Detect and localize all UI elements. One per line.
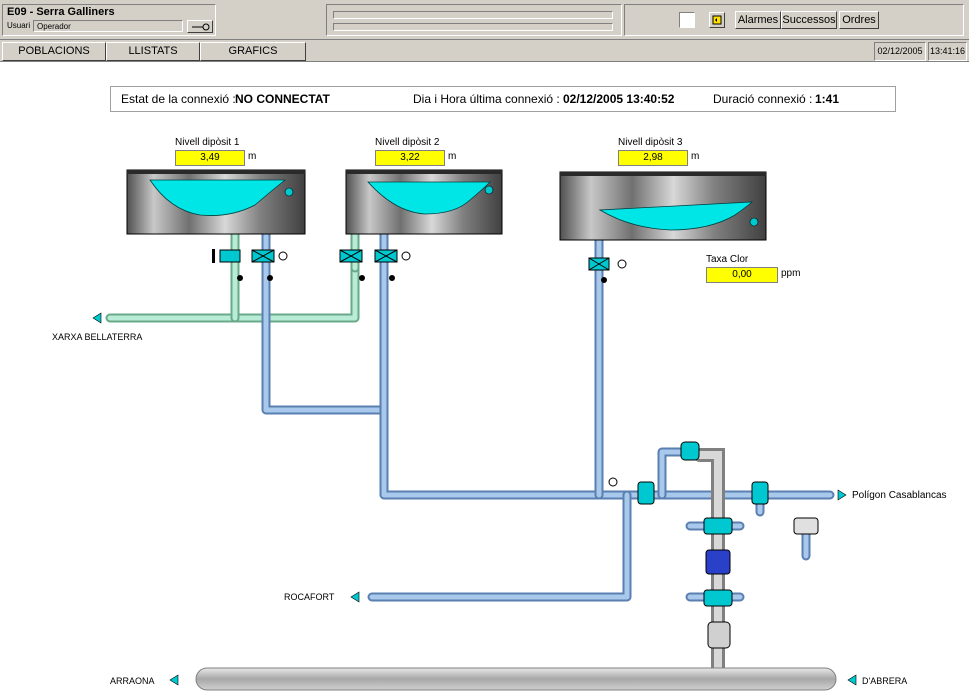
tank3-label: Nivell dipòsit 3 (618, 137, 683, 148)
user-label: Usuari (7, 21, 31, 30)
print-icon (712, 15, 722, 25)
valve-group-tank1[interactable] (212, 249, 288, 281)
dest-rocafort: ROCAFORT (284, 592, 335, 602)
station-panel: E09 - Serra Galliners Usuari Operador (2, 4, 216, 36)
tab-poblacions[interactable]: POBLACIONS (2, 42, 106, 61)
dest-dabrera: D'ABRERA (862, 676, 908, 686)
tab-llistats[interactable]: LLISTATS (106, 42, 200, 61)
print-button[interactable] (709, 12, 725, 28)
actions-panel: Alarmes Successos Ordres (624, 4, 964, 36)
tank-3 (559, 171, 767, 241)
tank1-label: Nivell dipòsit 1 (175, 137, 240, 148)
message-line-2 (333, 23, 613, 31)
tank1-value: 3,49 (175, 150, 245, 166)
top-header: E09 - Serra Galliners Usuari Operador Al… (0, 0, 969, 40)
blank-toggle[interactable] (679, 12, 695, 28)
message-panel (326, 4, 622, 36)
alarms-button[interactable]: Alarmes (735, 11, 781, 29)
tank1-unit: m (248, 151, 257, 162)
user-field: Operador (33, 20, 183, 32)
tank2-value: 3,22 (375, 150, 445, 166)
station-title: E09 - Serra Galliners (7, 6, 115, 18)
tab-grafics[interactable]: GRAFICS (200, 42, 306, 61)
date-display: 02/12/2005 (874, 42, 926, 61)
tank-2 (345, 169, 503, 235)
chlorine-unit: ppm (781, 268, 801, 279)
key-icon (192, 23, 210, 31)
tank3-value: 2,98 (618, 150, 688, 166)
key-button[interactable] (187, 20, 213, 33)
main-pipe-bottom (195, 667, 837, 691)
time-display: 13:41:16 (928, 42, 967, 61)
tank2-unit: m (448, 151, 457, 162)
message-line-1 (333, 11, 613, 19)
orders-button[interactable]: Ordres (839, 11, 879, 29)
tank3-unit: m (691, 151, 700, 162)
hydraulic-diagram (92, 169, 857, 691)
chlorine-label: Taxa Clor (706, 254, 749, 265)
nav-bar: POBLACIONS LLISTATS GRAFICS 02/12/2005 1… (0, 40, 969, 62)
tank-1 (126, 169, 306, 235)
tank2-label: Nivell dipòsit 2 (375, 137, 440, 148)
pipe-bellaterra (105, 225, 360, 323)
events-button[interactable]: Successos (781, 11, 837, 29)
chlorine-value: 0,00 (706, 267, 778, 283)
dest-casablancas: Polígon Casablancas (852, 490, 947, 501)
dest-bellaterra: XARXA BELLATERRA (52, 332, 143, 342)
dest-arraona: ARRAONA (110, 676, 155, 686)
